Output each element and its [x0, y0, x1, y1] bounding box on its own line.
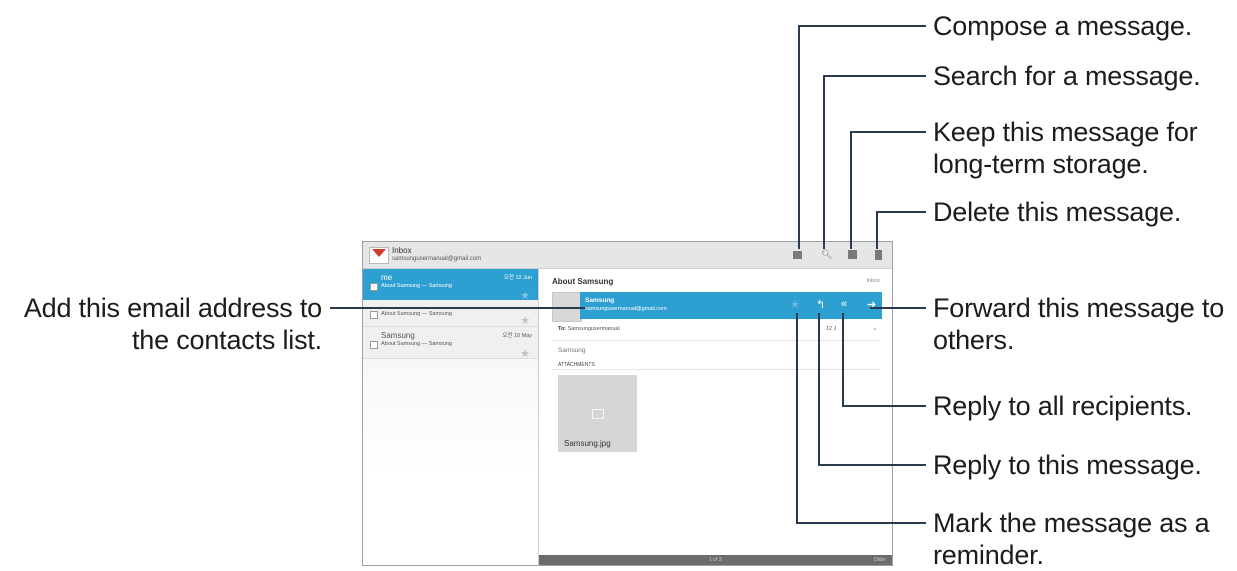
recipient-line: To: Samsungusermanual — [558, 326, 620, 332]
star-icon[interactable]: ★ — [790, 298, 800, 311]
message-date: 12 J — [826, 326, 837, 332]
archive-icon[interactable] — [848, 250, 857, 259]
callout-reply: Reply to this message. — [933, 450, 1202, 480]
pager-bar: 1 of 3 Older — [539, 555, 892, 565]
reading-pane: About Samsung Inbox Samsung samsunguserm… — [539, 269, 892, 565]
message-body: Samsung — [558, 347, 586, 354]
callout-reminder-line2: reminder. — [933, 540, 1044, 570]
page-indicator: 1 of 3 — [709, 557, 722, 563]
older-button[interactable]: Older — [874, 557, 886, 563]
action-bar: Inbox samsungusermanual@gmail.com 🔍︎ — [363, 242, 892, 269]
list-item-sender: me — [381, 273, 393, 282]
email-app-screen: Inbox samsungusermanual@gmail.com 🔍︎ me … — [362, 241, 893, 566]
leader-line — [850, 131, 926, 133]
list-item-snippet: About Samsung — Samsung — [381, 341, 452, 347]
leader-line — [798, 25, 926, 27]
divider — [552, 369, 880, 370]
list-item-date: 오전 12 Jun — [503, 275, 532, 281]
callout-archive-line1: Keep this message for — [933, 117, 1198, 147]
delete-icon[interactable] — [875, 250, 882, 260]
list-item-snippet: About Samsung — Samsung — [381, 311, 452, 317]
callout-search: Search for a message. — [933, 61, 1201, 91]
folder-title: Inbox — [392, 246, 412, 255]
leader-line — [796, 522, 926, 524]
leader-line — [796, 313, 798, 524]
callout-forward: Forward this message to others. — [933, 292, 1224, 356]
callout-add-contact-line1: Add this email address to — [23, 293, 322, 323]
list-item-sender: Samsung — [381, 331, 415, 340]
callout-delete: Delete this message. — [933, 197, 1182, 227]
leader-line — [818, 313, 820, 466]
sender-email: samsungusermanual@gmail.com — [585, 306, 667, 312]
gmail-logo[interactable] — [369, 247, 389, 264]
leader-line — [876, 211, 878, 249]
list-item-date: 오전 10 May — [502, 333, 532, 339]
reply-all-icon[interactable]: « — [841, 298, 847, 310]
leader-line — [330, 307, 585, 309]
message-list: me About Samsung — Samsung 오전 12 Jun ★ A… — [363, 269, 539, 565]
leader-line — [818, 464, 926, 466]
callout-archive: Keep this message for long-term storage. — [933, 116, 1198, 180]
sender-bar: Samsung samsungusermanual@gmail.com ★ ↰ … — [580, 292, 882, 319]
leader-line — [842, 313, 844, 406]
leader-line — [876, 211, 926, 213]
list-item[interactable]: me About Samsung — Samsung 오전 12 Jun ★ — [363, 269, 538, 302]
callout-add-contact-line2: the contacts list. — [132, 325, 322, 355]
forward-icon[interactable]: ➔ — [867, 298, 876, 311]
leader-line — [870, 307, 926, 309]
list-item-checkbox[interactable] — [370, 283, 378, 291]
list-item-checkbox[interactable] — [370, 341, 378, 349]
callout-forward-line1: Forward this message to — [933, 293, 1225, 323]
star-icon[interactable]: ★ — [520, 314, 530, 327]
attachment-name: Samsung.jpg — [564, 439, 611, 448]
callout-forward-line2: others. — [933, 325, 1015, 355]
divider — [552, 340, 880, 341]
leader-line — [798, 25, 800, 249]
callout-reminder: Mark the message as a reminder. — [933, 507, 1210, 571]
search-icon[interactable]: 🔍︎ — [821, 249, 832, 260]
callout-add-contact: Add this email address to the contacts l… — [4, 292, 322, 356]
chevron-down-icon[interactable]: ⌄ — [872, 324, 878, 332]
list-item-snippet: About Samsung — Samsung — [381, 283, 452, 289]
list-item[interactable]: Samsung About Samsung — Samsung 오전 10 Ma… — [363, 327, 538, 360]
list-item[interactable]: About Samsung — Samsung ★ — [363, 300, 538, 327]
leader-line — [850, 131, 852, 249]
compose-icon[interactable] — [793, 251, 802, 259]
leader-line — [842, 405, 926, 407]
message-subject: About Samsung — [552, 277, 614, 286]
star-icon[interactable]: ★ — [520, 347, 530, 360]
list-item-checkbox[interactable] — [370, 311, 378, 319]
account-email: samsungusermanual@gmail.com — [392, 256, 482, 262]
attachment-thumbnail[interactable]: Samsung.jpg — [558, 375, 637, 452]
to-label: To: — [558, 326, 567, 332]
message-label[interactable]: Inbox — [867, 278, 880, 284]
callout-archive-line2: long-term storage. — [933, 149, 1149, 179]
reply-icon[interactable]: ↰ — [816, 298, 825, 311]
callout-reminder-line1: Mark the message as a — [933, 508, 1210, 538]
sender-name: Samsung — [585, 297, 615, 304]
attachments-heading: ATTACHMENTS — [558, 362, 595, 368]
callout-compose: Compose a message. — [933, 11, 1193, 41]
to-value: Samsungusermanual — [567, 326, 620, 332]
image-icon — [592, 409, 604, 419]
leader-line — [823, 75, 926, 77]
callout-reply-all: Reply to all recipients. — [933, 391, 1193, 421]
leader-line — [823, 75, 825, 249]
